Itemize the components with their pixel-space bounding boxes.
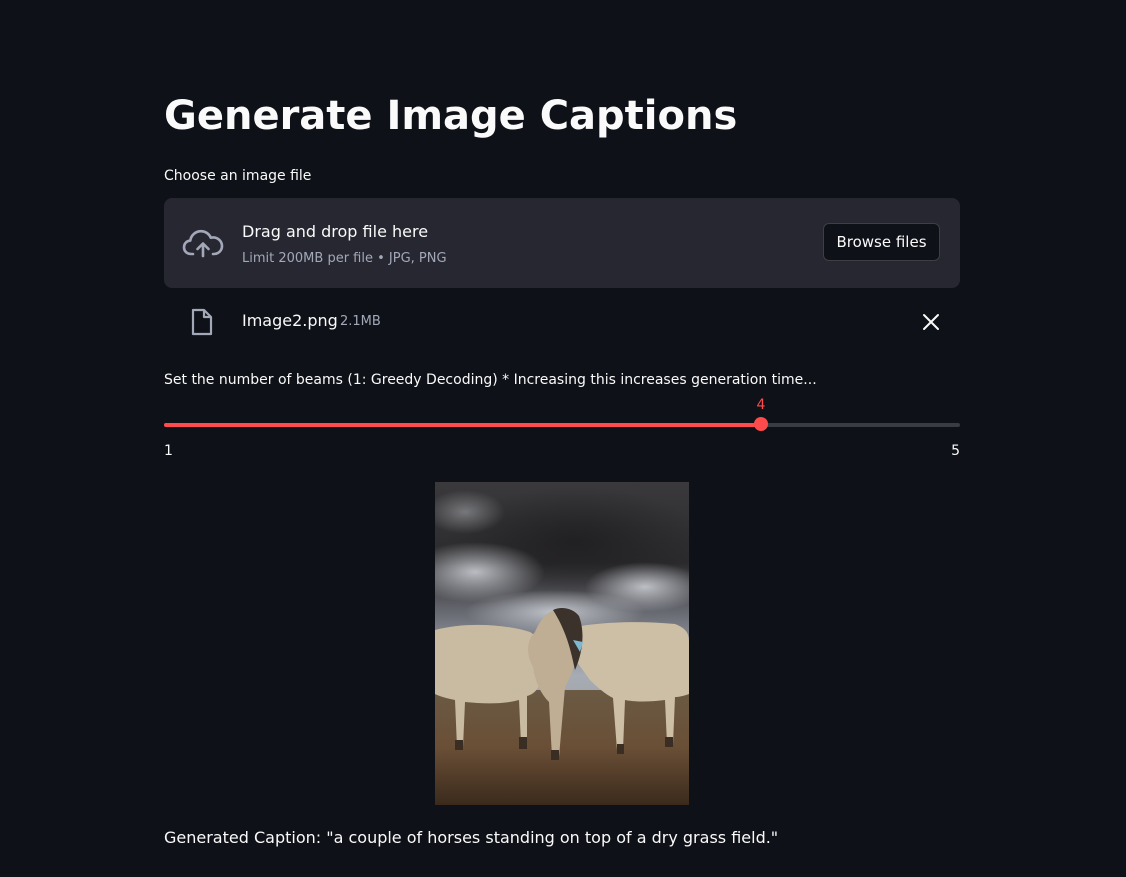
beam-slider-max-label: 5 — [951, 443, 960, 459]
cloud-upload-icon — [182, 229, 224, 258]
uploaded-image — [435, 482, 689, 805]
close-icon[interactable] — [921, 312, 941, 332]
beam-slider-min-label: 1 — [164, 443, 173, 459]
uploaded-file-size: 2.1MB — [340, 314, 381, 329]
beam-slider-label: Set the number of beams (1: Greedy Decod… — [164, 372, 817, 388]
beam-slider-fill — [164, 423, 761, 427]
uploaded-file-name: Image2.png — [242, 311, 338, 330]
uploader-label: Choose an image file — [164, 168, 312, 184]
page-title: Generate Image Captions — [164, 93, 738, 139]
dropzone-limit-text: Limit 200MB per file • JPG, PNG — [242, 251, 447, 266]
dropzone-title: Drag and drop file here — [242, 222, 429, 241]
browse-files-button[interactable]: Browse files — [823, 223, 940, 261]
beam-slider-track[interactable] — [164, 417, 960, 431]
horses-photo — [435, 482, 689, 805]
file-dropzone[interactable]: Drag and drop file here Limit 200MB per … — [164, 198, 960, 288]
uploaded-file-row: Image2.png 2.1MB — [164, 300, 960, 344]
generated-caption: Generated Caption: "a couple of horses s… — [164, 828, 779, 847]
beam-slider-thumb[interactable] — [754, 417, 768, 431]
file-icon — [191, 308, 213, 336]
beam-slider-value: 4 — [756, 397, 766, 413]
